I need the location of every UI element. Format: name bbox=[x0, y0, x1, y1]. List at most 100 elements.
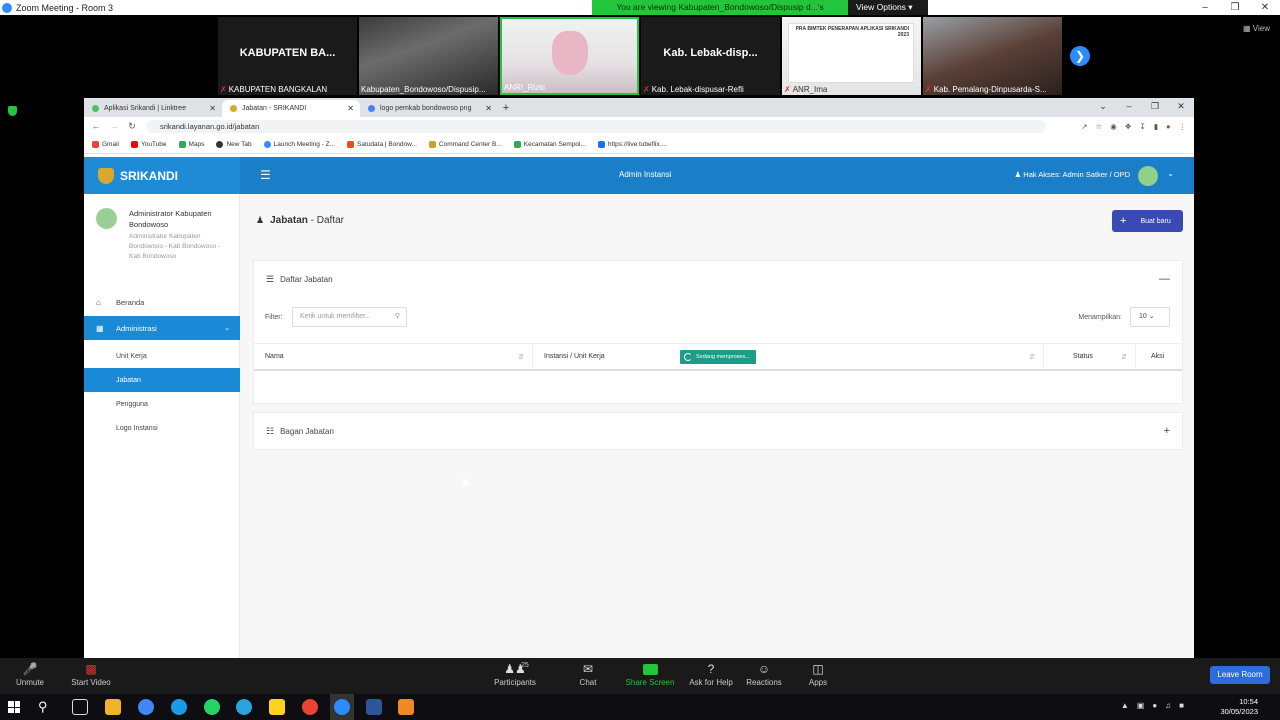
video-tile[interactable]: KABUPATEN BA... ✗ KABUPATEN BANGKALAN bbox=[218, 17, 357, 95]
download-icon[interactable]: ↧ bbox=[1140, 122, 1146, 131]
participants-button[interactable]: ♟♟ 25 Participants bbox=[485, 662, 545, 687]
system-tray[interactable]: ▲▣●♫■ bbox=[1121, 701, 1192, 710]
brand-logo[interactable]: SRIKANDI bbox=[84, 157, 240, 194]
card-header[interactable]: ☷ Bagan Jabatan + bbox=[254, 413, 1182, 449]
page-size-select[interactable]: 10 ⌄ bbox=[1130, 307, 1170, 327]
url-input[interactable]: srikandi.layanan.go.id/jabatan bbox=[146, 119, 1046, 133]
browser-tab-active[interactable]: Jabatan - SRIKANDI ✕ bbox=[222, 100, 360, 117]
new-tab-plus-icon[interactable]: + bbox=[498, 100, 514, 117]
tab-search-chevron-icon[interactable]: ⌄ bbox=[1090, 98, 1116, 114]
view-options-button[interactable]: View Options ▾ bbox=[848, 0, 928, 15]
share-screen-button[interactable]: Share Screen bbox=[620, 662, 680, 687]
video-tile[interactable]: Kab. Lebak-disp... ✗ Kab. Lebak-dispusar-… bbox=[641, 17, 780, 95]
close-icon[interactable]: ✕ bbox=[1250, 0, 1280, 15]
security-shield-icon[interactable] bbox=[8, 106, 17, 116]
collapse-minus-icon[interactable]: — bbox=[1159, 273, 1170, 285]
reactions-button[interactable]: ☺ Reactions bbox=[734, 662, 794, 687]
tile-caption: ANRI_Rizki bbox=[504, 83, 545, 92]
view-button[interactable]: ▦ View bbox=[1243, 24, 1270, 33]
video-tile[interactable]: PRA BIMTEK PENERAPAN APLIKASI SRIKANDI 2… bbox=[782, 17, 921, 95]
bookmark-item[interactable]: Satudata | Bondow... bbox=[347, 140, 417, 148]
video-tile-active-speaker[interactable]: ANRI_Rizki bbox=[500, 17, 639, 95]
filter-input[interactable]: Ketik untuk memfilter... ⚲ bbox=[292, 307, 407, 327]
bookmark-item[interactable]: https://live.tubeflix.... bbox=[597, 140, 667, 148]
close-tab-icon[interactable]: ✕ bbox=[347, 104, 354, 113]
create-new-button[interactable]: + Buat baru bbox=[1112, 210, 1183, 232]
share-icon[interactable]: ↗ bbox=[1081, 122, 1087, 131]
kebab-menu-icon[interactable]: ⋮ bbox=[1179, 122, 1187, 131]
sidepanel-icon[interactable]: ▮ bbox=[1154, 122, 1158, 131]
ask-for-help-button[interactable]: ? Ask for Help bbox=[681, 662, 741, 687]
clock[interactable]: 10:54 30/05/2023 bbox=[1220, 697, 1258, 717]
tab-label: logo pemkab bondowoso png bbox=[380, 105, 472, 112]
restore-icon[interactable]: ❐ bbox=[1142, 98, 1168, 114]
satudata-icon bbox=[347, 140, 355, 148]
minimize-icon[interactable]: – bbox=[1116, 98, 1142, 114]
star-icon[interactable]: ☆ bbox=[1096, 122, 1103, 131]
forward-arrow-icon[interactable]: → bbox=[108, 121, 120, 131]
bookmark-item[interactable]: Maps bbox=[178, 140, 204, 148]
sticky-notes-icon[interactable] bbox=[269, 699, 285, 715]
column-header-nama[interactable]: Nama ⇵ bbox=[254, 344, 533, 369]
maps-icon bbox=[178, 140, 186, 148]
next-page-arrow-icon[interactable]: ❯ bbox=[1070, 46, 1090, 66]
browser-tab[interactable]: Aplikasi Srikandi | Linktree ✕ bbox=[84, 100, 222, 117]
telegram-icon[interactable] bbox=[236, 699, 252, 715]
reload-icon[interactable]: ↻ bbox=[126, 121, 138, 132]
close-tab-icon[interactable]: ✕ bbox=[485, 104, 492, 113]
apps-button[interactable]: ◫ Apps bbox=[788, 662, 848, 687]
word-icon[interactable] bbox=[366, 699, 382, 715]
bookmark-item[interactable]: YouTube bbox=[130, 140, 167, 148]
plus-icon: + bbox=[1120, 215, 1127, 227]
sidebar-subitem-unit-kerja[interactable]: Unit Kerja bbox=[84, 344, 240, 368]
sidebar-item-beranda[interactable]: ⌂ Beranda bbox=[84, 290, 240, 314]
profile-avatar-icon[interactable]: ● bbox=[1166, 122, 1171, 131]
browser-tab[interactable]: logo pemkab bondowoso png ✕ bbox=[360, 100, 498, 117]
chrome-icon[interactable] bbox=[138, 699, 154, 715]
main-content: ♟ Jabatan - Daftar + Buat baru ☰ Daftar Ja… bbox=[241, 194, 1194, 658]
sidebar-subitem-jabatan[interactable]: Jabatan bbox=[84, 368, 240, 392]
bookmark-item[interactable]: Gmail bbox=[92, 140, 119, 148]
tab-bar: Aplikasi Srikandi | Linktree ✕ Jabatan -… bbox=[84, 98, 1194, 117]
chat-button[interactable]: ✉ Chat bbox=[558, 662, 618, 687]
video-tile[interactable]: ✗ Kab. Pemalang-Dinpusarda-S... bbox=[923, 17, 1062, 95]
back-arrow-icon[interactable]: ← bbox=[90, 121, 102, 131]
bookmark-item[interactable]: Command Center B... bbox=[428, 140, 502, 148]
zoom-icon[interactable] bbox=[334, 699, 350, 715]
srikandi-app: SRIKANDI ☰ Admin Instansi ♟ Hak Akses: A… bbox=[84, 157, 1194, 658]
browser-extensions: ↗ ☆ ◉ ❖ ↧ ▮ ● ⋮ bbox=[1081, 122, 1186, 131]
close-tab-icon[interactable]: ✕ bbox=[209, 104, 216, 113]
leave-room-button[interactable]: Leave Room bbox=[1210, 666, 1270, 684]
chevron-down-icon[interactable]: ⌄ bbox=[1167, 169, 1174, 178]
file-explorer-icon[interactable] bbox=[105, 699, 121, 715]
bookmark-item[interactable]: Kecamatan Sempol... bbox=[513, 140, 586, 148]
whatsapp-icon[interactable] bbox=[204, 699, 220, 715]
tile-caption: Kabupaten_Bondowoso/Dispusip... bbox=[361, 85, 486, 94]
column-header-instansi[interactable]: Instansi / Unit Kerja ⇵ bbox=[533, 344, 1044, 369]
app-icon[interactable] bbox=[398, 699, 414, 715]
bookmark-item[interactable]: Launch Meeting - Z... bbox=[263, 140, 335, 148]
start-video-button[interactable]: ▩ Start Video bbox=[61, 662, 121, 687]
role-title: Admin Instansi bbox=[619, 170, 672, 179]
unmute-button[interactable]: 🎤 Unmute bbox=[0, 662, 60, 687]
bookmark-item[interactable]: New Tab bbox=[216, 140, 252, 148]
hamburger-menu-icon[interactable]: ☰ bbox=[260, 168, 271, 182]
extension-g-icon[interactable]: ◉ bbox=[1110, 122, 1117, 131]
task-view-icon[interactable] bbox=[72, 699, 88, 715]
edge-icon[interactable] bbox=[171, 699, 187, 715]
close-icon[interactable]: ✕ bbox=[1168, 98, 1194, 114]
sidebar-subitem-logo-instansi[interactable]: Logo Instansi bbox=[84, 416, 240, 440]
expand-plus-icon[interactable]: + bbox=[1164, 425, 1170, 437]
user-avatar[interactable] bbox=[1138, 166, 1158, 186]
chrome-profile-icon[interactable] bbox=[302, 699, 318, 715]
restore-icon[interactable]: ❐ bbox=[1220, 0, 1250, 15]
minimize-icon[interactable]: – bbox=[1190, 0, 1220, 15]
search-icon[interactable]: ⚲ bbox=[38, 699, 48, 715]
sidebar-item-administrasi[interactable]: ▦ Administrasi ⌄ bbox=[84, 316, 240, 340]
column-header-status[interactable]: Status ⇵ bbox=[1044, 344, 1136, 369]
video-tile[interactable]: Kabupaten_Bondowoso/Dispusip... bbox=[359, 17, 498, 95]
sidebar-subitem-pengguna[interactable]: Pengguna bbox=[84, 392, 240, 416]
puzzle-icon[interactable]: ❖ bbox=[1125, 122, 1132, 131]
windows-start-icon[interactable] bbox=[8, 701, 20, 713]
tile-caption: ✗ Kab. Pemalang-Dinpusarda-S... bbox=[925, 85, 1047, 94]
